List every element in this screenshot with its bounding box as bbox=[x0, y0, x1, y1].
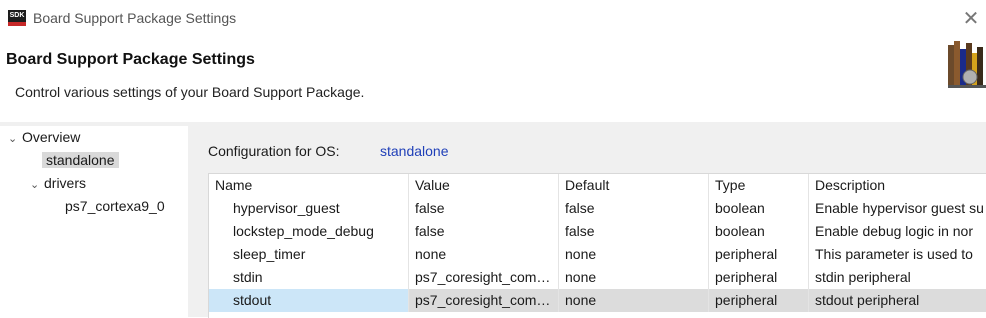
config-os-label: Configuration for OS: bbox=[208, 143, 340, 159]
cell-name: sleep_timer bbox=[209, 243, 409, 266]
table-header: Name Value Default Type Description bbox=[209, 174, 986, 197]
tree-item-label: Overview bbox=[22, 129, 81, 145]
title-bar: SDK Board Support Package Settings ✕ bbox=[0, 0, 986, 38]
tree-item-label: drivers bbox=[44, 175, 87, 191]
column-header-value[interactable]: Value bbox=[409, 174, 559, 197]
cell-description: This parameter is used to bbox=[815, 246, 973, 262]
cell-description: stdout peripheral bbox=[809, 289, 986, 312]
sdk-app-icon: SDK bbox=[8, 10, 26, 26]
cell-value[interactable]: ps7_coresight_com… bbox=[409, 289, 559, 312]
column-header-type[interactable]: Type bbox=[709, 174, 809, 197]
cell-type: boolean bbox=[709, 220, 809, 243]
page-title: Board Support Package Settings bbox=[6, 51, 255, 68]
cell-description: Enable debug logic in nor bbox=[815, 223, 974, 239]
column-header-description[interactable]: Description bbox=[809, 174, 986, 197]
cell-type: peripheral bbox=[709, 289, 809, 312]
column-header-name[interactable]: Name bbox=[209, 174, 409, 197]
books-icon bbox=[948, 41, 986, 88]
cell-value[interactable]: ps7_coresight_com… bbox=[409, 266, 559, 289]
tree-item-drivers[interactable]: ⌄ drivers bbox=[30, 172, 86, 194]
cell-default: none bbox=[559, 289, 709, 312]
cell-default: false bbox=[559, 197, 709, 220]
cell-type: boolean bbox=[709, 197, 809, 220]
chevron-down-icon[interactable]: ⌄ bbox=[30, 174, 44, 196]
page-description: Control various settings of your Board S… bbox=[15, 84, 365, 100]
settings-table: Name Value Default Type Description hype… bbox=[208, 173, 986, 318]
tree-item-standalone[interactable]: standalone bbox=[42, 149, 119, 171]
dialog-header: Board Support Package Settings Control v… bbox=[0, 38, 986, 122]
cell-type: peripheral bbox=[709, 243, 809, 266]
cell-default: false bbox=[559, 220, 709, 243]
tree-item-overview[interactable]: ⌄ Overview bbox=[8, 126, 80, 148]
tree-item-label: ps7_cortexa9_0 bbox=[65, 198, 165, 214]
chevron-down-icon[interactable]: ⌄ bbox=[8, 128, 22, 150]
cell-name: lockstep_mode_debug bbox=[209, 220, 409, 243]
config-os-value: standalone bbox=[380, 143, 449, 159]
cell-name: stdin bbox=[209, 266, 409, 289]
cell-default: none bbox=[559, 266, 709, 289]
table-row[interactable]: hypervisor_guest false false boolean Ena… bbox=[209, 197, 986, 220]
table-row-selected[interactable]: stdout ps7_coresight_com… none periphera… bbox=[209, 289, 986, 312]
table-row[interactable]: lockstep_mode_debug false false boolean … bbox=[209, 220, 986, 243]
cell-value[interactable]: false bbox=[409, 220, 559, 243]
table-row[interactable]: stdin ps7_coresight_com… none peripheral… bbox=[209, 266, 986, 289]
column-header-default[interactable]: Default bbox=[559, 174, 709, 197]
window-title: Board Support Package Settings bbox=[33, 10, 237, 26]
cell-default: none bbox=[559, 243, 709, 266]
cell-type: peripheral bbox=[709, 266, 809, 289]
table-row[interactable]: sleep_timer none none peripheral This pa… bbox=[209, 243, 986, 266]
cell-name: hypervisor_guest bbox=[209, 197, 409, 220]
cell-value[interactable]: none bbox=[409, 243, 559, 266]
cell-description: Enable hypervisor guest su bbox=[815, 200, 984, 216]
cell-name: stdout bbox=[209, 289, 409, 312]
cell-description: stdin peripheral bbox=[815, 269, 911, 285]
tree-item-label: standalone bbox=[42, 152, 119, 168]
navigation-tree: ⌄ Overview standalone ⌄ drivers ps7_cortex… bbox=[0, 126, 188, 317]
tree-item-ps7-cortexa9-0[interactable]: ps7_cortexa9_0 bbox=[65, 195, 165, 217]
cell-value[interactable]: false bbox=[409, 197, 559, 220]
close-icon[interactable]: ✕ bbox=[956, 6, 986, 32]
